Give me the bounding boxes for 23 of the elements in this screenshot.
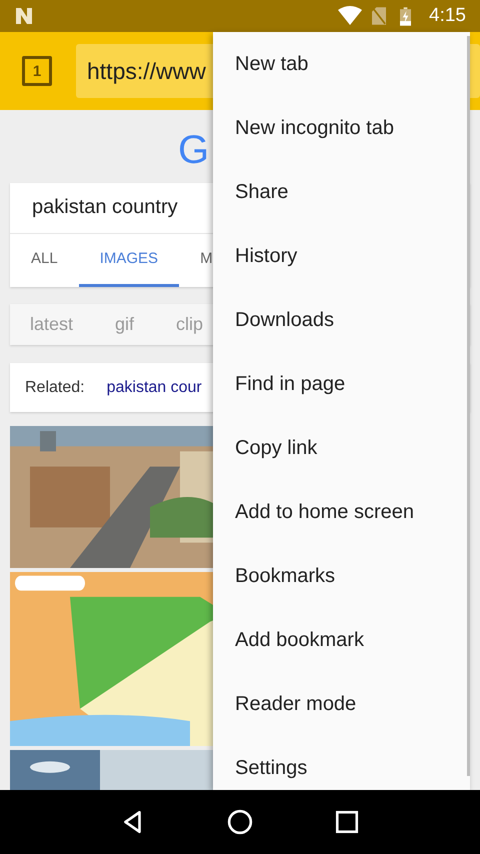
n-logo-icon [14,6,34,26]
overview-icon[interactable] [334,809,360,835]
menu-item[interactable]: Bookmarks [213,544,470,608]
battery-charging-icon [400,6,412,26]
menu-item[interactable]: Add bookmark [213,608,470,672]
no-sim-icon [372,7,386,25]
search-logo: G [178,128,210,173]
menu-item[interactable]: Find in page [213,352,470,416]
menu-item[interactable]: Add to home screen [213,480,470,544]
tab-switcher-button[interactable]: 1 [22,56,52,86]
menu-item[interactable]: New tab [213,32,470,96]
home-icon[interactable] [226,809,253,835]
search-tab[interactable]: ALL [10,234,79,287]
search-tab[interactable]: IMAGES [78,234,180,287]
related-link[interactable]: pakistan cour [106,378,202,397]
menu-item[interactable]: Share [213,160,470,224]
menu-item[interactable]: Copy link [213,416,470,480]
wifi-icon [338,6,362,26]
menu-item[interactable]: Settings [213,736,470,800]
menu-item[interactable]: Reader mode [213,672,470,736]
clock-time: 4:15 [429,5,466,27]
menu-item[interactable]: New incognito tab [213,96,470,160]
related-label: Related: [25,378,85,397]
